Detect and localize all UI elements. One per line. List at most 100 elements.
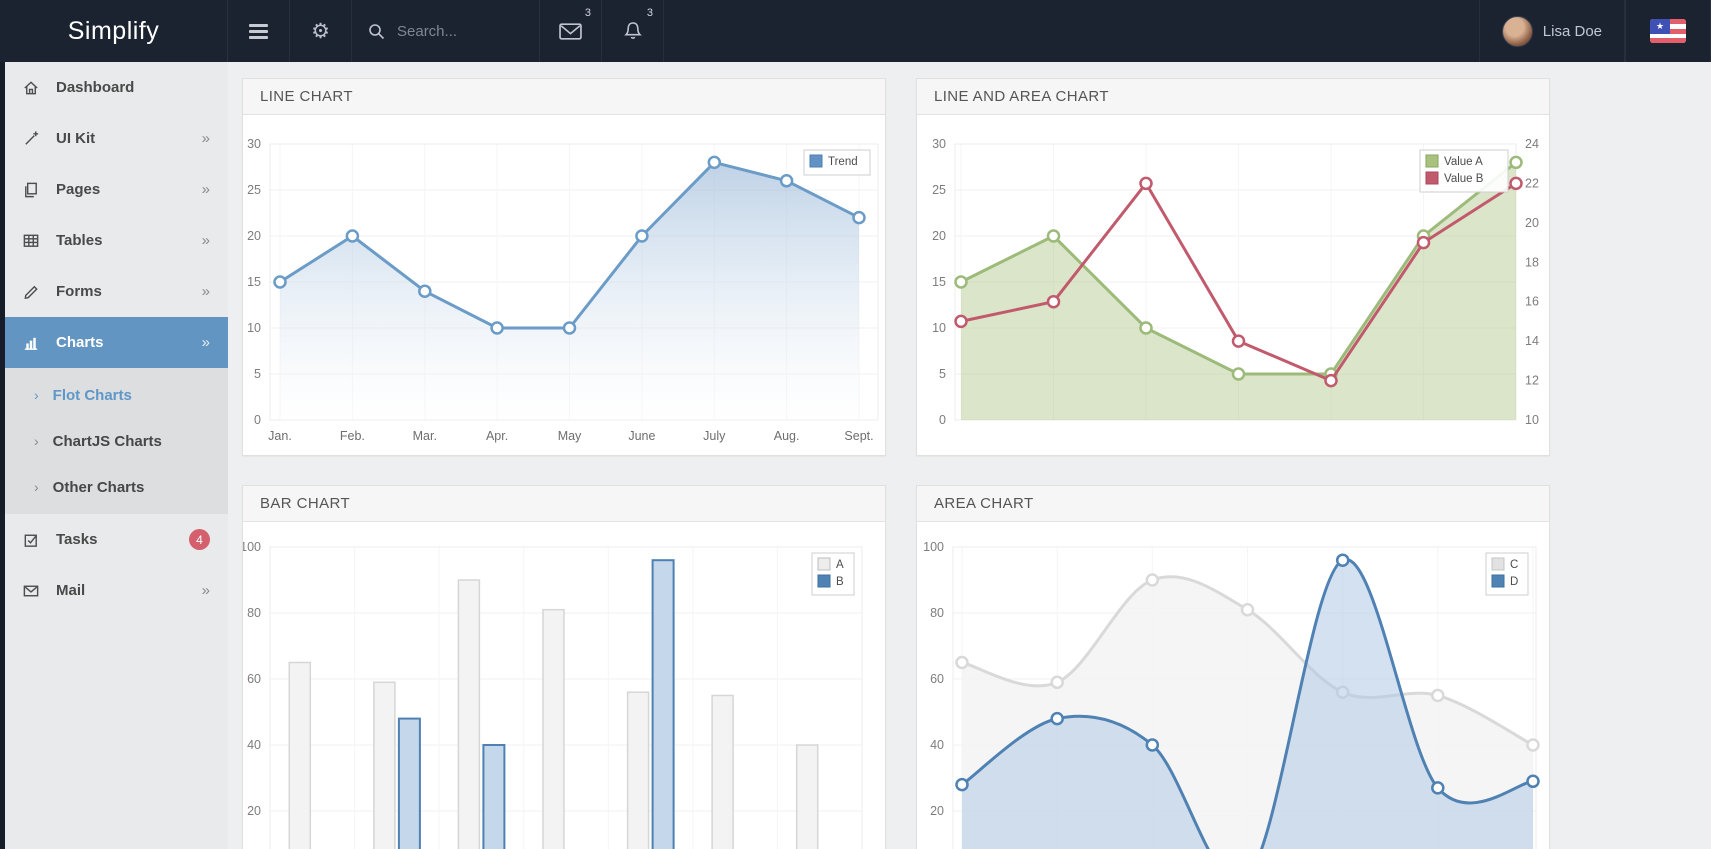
home-icon [22,79,56,97]
pages-icon [22,181,56,199]
svg-text:24: 24 [1525,137,1539,151]
avatar [1501,15,1533,47]
checkbox-icon [22,531,56,549]
sidebar-item-charts[interactable]: Charts » [5,317,228,368]
svg-text:22: 22 [1525,176,1539,190]
language-selector[interactable]: ★ [1625,0,1711,62]
svg-text:60: 60 [247,672,261,686]
sidebar-item-label: Charts [56,334,104,351]
svg-text:20: 20 [930,804,944,818]
sidebar-item-tables[interactable]: Tables » [5,215,228,266]
svg-text:20: 20 [247,229,261,243]
us-flag-icon: ★ [1650,19,1686,43]
notifications-count-badge: 3 [646,7,653,19]
messages-count-badge: 3 [584,7,591,19]
submenu-item-label: Flot Charts [52,386,132,404]
user-menu[interactable]: Lisa Doe [1478,0,1625,62]
chevron-double-icon: » [201,130,210,147]
hamburger-icon [249,23,268,39]
envelope-icon [559,22,582,40]
table-icon [22,232,56,250]
envelope-icon [22,582,56,600]
panel-header: BAR CHART [243,486,885,522]
pencil-icon [22,283,56,301]
svg-text:Value B: Value B [1444,173,1484,185]
panel-title: AREA CHART [934,495,1034,512]
panel-line-and-area-chart: LINE AND AREA CHART 0 5 10 15 20 25 30 10 12 14 16… [916,78,1550,456]
submenu-item-label: ChartJS Charts [52,432,162,450]
panel-bar-chart: BAR CHART 100806040200AB [242,485,886,849]
panel-line-chart: LINE CHART 0 5 10 15 20 25 30 Jan. Feb. Mar. Apr. M… [242,78,886,456]
svg-text:0: 0 [939,413,946,427]
search-icon [369,23,385,39]
sidebar-item-label: Tables [56,232,103,249]
panel-header: LINE AND AREA CHART [917,79,1549,115]
svg-text:Value A: Value A [1444,156,1483,168]
sidebar-item-label: Mail [56,582,86,599]
sidebar-item-dashboard[interactable]: Dashboard [5,62,228,113]
search-input[interactable] [395,21,525,41]
main-content: LINE CHART 0 5 10 15 20 25 30 Jan. Feb. Mar. Apr. M… [228,62,1711,849]
chevron-right-icon: › [34,387,39,403]
chevron-double-icon: » [201,232,210,249]
app-logo[interactable]: Simplify [0,0,228,62]
wand-icon [22,130,56,148]
svg-text:C: C [1510,559,1518,571]
flot-line-chart-canvas[interactable]: 0 5 10 15 20 25 30 Jan. Feb. Mar. Apr. May June July A… [243,115,885,455]
svg-text:Sept.: Sept. [844,429,873,443]
sidebar-toggle-button[interactable] [228,0,290,62]
svg-text:14: 14 [1525,334,1539,348]
svg-text:Apr.: Apr. [486,429,508,443]
svg-text:D: D [1510,576,1518,588]
sidebar-item-tasks[interactable]: Tasks 4 [5,514,228,565]
svg-text:20: 20 [247,804,261,818]
notifications-button[interactable]: 3 [602,0,664,62]
svg-text:100: 100 [923,540,944,554]
svg-text:25: 25 [247,183,261,197]
chevron-double-icon: » [201,181,210,198]
flot-line-area-chart-canvas[interactable]: 0 5 10 15 20 25 30 10 12 14 16 18 20 22 24 Value A Value… [917,115,1549,455]
svg-text:5: 5 [939,367,946,381]
flot-bar-chart-canvas[interactable]: 100806040200AB [243,522,885,849]
sidebar: Dashboard UI Kit » Pages » Tables » Form… [5,62,228,849]
svg-text:June: June [628,429,655,443]
bar-chart-icon [22,334,56,352]
svg-text:5: 5 [254,367,261,381]
submenu-item-label: Other Charts [52,478,145,496]
submenu-item-chartjs-charts[interactable]: › ChartJS Charts [5,418,228,464]
sidebar-item-forms[interactable]: Forms » [5,266,228,317]
svg-text:July: July [703,429,726,443]
svg-text:80: 80 [930,606,944,620]
submenu-item-other-charts[interactable]: › Other Charts [5,464,228,510]
sidebar-item-label: Dashboard [56,79,135,96]
navbar-spacer [664,0,1479,62]
svg-text:Trend: Trend [828,156,858,168]
sidebar-item-label: Tasks [56,531,98,548]
svg-text:Mar.: Mar. [413,429,437,443]
svg-text:40: 40 [930,738,944,752]
panel-header: LINE CHART [243,79,885,115]
sidebar-item-pages[interactable]: Pages » [5,164,228,215]
svg-text:May: May [558,429,582,443]
svg-text:Aug.: Aug. [774,429,800,443]
panel-area-chart: AREA CHART 100806040200CD [916,485,1550,849]
flot-area-chart-canvas[interactable]: 100806040200CD [917,522,1549,849]
svg-text:30: 30 [932,137,946,151]
chevron-double-icon: » [201,334,210,351]
messages-button[interactable]: 3 [540,0,602,62]
top-navbar: Simplify ⚙ 3 3 Lisa Doe ★ [0,0,1711,62]
settings-button[interactable]: ⚙ [290,0,352,62]
chevron-double-icon: » [201,283,210,300]
sidebar-item-ui-kit[interactable]: UI Kit » [5,113,228,164]
svg-text:15: 15 [247,275,261,289]
search-box[interactable] [352,0,540,62]
submenu-item-flot-charts[interactable]: › Flot Charts [5,372,228,418]
svg-text:A: A [836,559,844,571]
sidebar-item-mail[interactable]: Mail » [5,565,228,616]
gear-icon: ⚙ [311,19,330,43]
svg-text:0: 0 [254,413,261,427]
svg-text:25: 25 [932,183,946,197]
svg-text:15: 15 [932,275,946,289]
user-name: Lisa Doe [1542,22,1602,40]
svg-text:60: 60 [930,672,944,686]
